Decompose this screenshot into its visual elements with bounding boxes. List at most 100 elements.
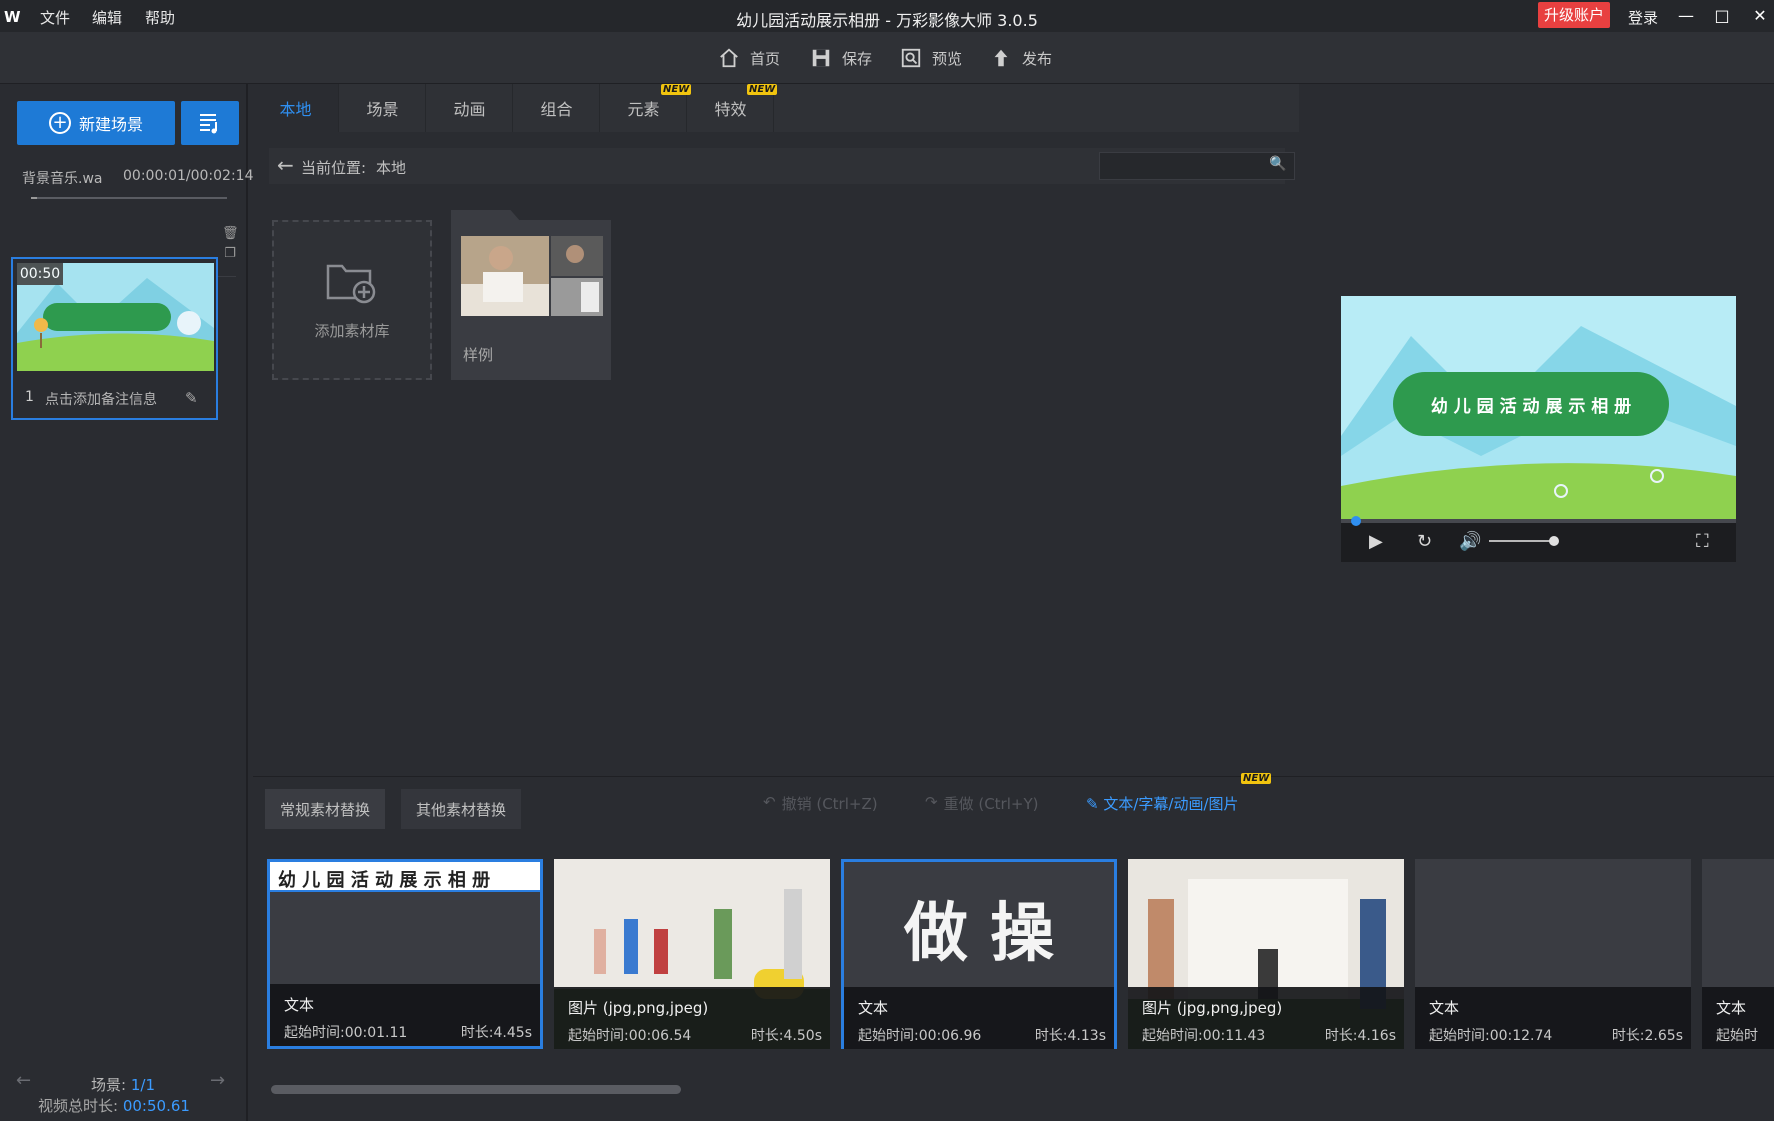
redo-label: 重做 (Ctrl+Y)	[943, 795, 1039, 813]
tab-local[interactable]: 本地	[253, 84, 339, 132]
add-folder-icon	[326, 264, 376, 304]
clip-type: 图片 (jpg,png,jpeg)	[1142, 999, 1283, 1017]
sample-folder[interactable]: 样例	[451, 210, 611, 380]
library-tabs: 本地 场景 动画 组合 元素 特效 NEW NEW	[253, 84, 1299, 132]
scene-list-button[interactable]	[181, 101, 239, 145]
publish-button[interactable]: 发布	[990, 46, 1052, 70]
material-replace-panel: 常规素材替换 其他素材替换 ↶ 撤销 (Ctrl+Z) ↷ 重做 (Ctrl+Y…	[253, 773, 1774, 1121]
add-library-label: 添加素材库	[314, 322, 390, 340]
redo-button[interactable]: ↷ 重做 (Ctrl+Y)	[925, 793, 1038, 814]
total-duration: 视频总时长: 00:50.61	[38, 1095, 190, 1116]
new-scene-label: 新建场景	[78, 115, 143, 134]
scene-duration: 00:50	[17, 263, 63, 285]
tab-scene[interactable]: 场景	[340, 84, 426, 132]
clip-preview-text: 做 操	[903, 897, 1055, 971]
clip-start: 起始时	[1716, 1028, 1758, 1044]
tab-animation[interactable]: 动画	[427, 84, 513, 132]
text-animation-label: 文本/字幕/动画/图片	[1103, 795, 1239, 813]
total-duration-value: 00:50.61	[122, 1097, 190, 1115]
preview-canvas: 幼 儿 园 活 动 展 示 相 册	[1341, 296, 1736, 519]
preview-title: 幼 儿 园 活 动 展 示 相 册	[1430, 397, 1632, 417]
clip-start: 起始时间:00:11.43	[1142, 1028, 1266, 1044]
clip-card[interactable]: 幼 儿 园 活 动 展 示 相 册 文本 起始时间:00:01.11 时长:4.…	[267, 859, 543, 1049]
save-button[interactable]: 保存	[810, 46, 872, 70]
clip-type: 文本	[1429, 999, 1460, 1017]
copy-scene-icon[interactable]: ❐	[222, 246, 238, 262]
preview-controls: ▶ ↻ 🔊 ⛶	[1341, 516, 1736, 562]
main-toolbar: 首页 保存 预览 发布	[0, 32, 1774, 84]
music-name: 背景音乐.wa	[22, 171, 103, 187]
path-bar: ← 当前位置: 本地 🔍	[269, 148, 1295, 184]
clip-type: 文本	[858, 999, 889, 1017]
replace-tabs: 常规素材替换 其他素材替换 ↶ 撤销 (Ctrl+Z) ↷ 重做 (Ctrl+Y…	[253, 773, 1774, 829]
new-scene-button[interactable]: + 新建场景	[17, 101, 175, 145]
horizontal-scrollbar[interactable]	[267, 1082, 1774, 1096]
search-icon[interactable]: 🔍	[1269, 156, 1286, 172]
clip-card[interactable]: 做 操 文本 起始时间:00:06.96 时长:4.13s	[841, 859, 1117, 1049]
asset-library: 本地 场景 动画 组合 元素 特效 NEW NEW ← 当前位置: 本地 🔍 添…	[253, 84, 1299, 776]
clip-start: 起始时间:00:06.96	[858, 1028, 982, 1044]
total-duration-label: 视频总时长:	[38, 1097, 119, 1115]
clip-preview-text: 幼 儿 园 活 动 展 示 相 册	[278, 870, 491, 891]
back-arrow-icon[interactable]: ←	[277, 153, 294, 177]
play-icon[interactable]: ▶	[1369, 531, 1383, 552]
minimize-icon[interactable]: —	[1674, 4, 1698, 28]
clip-duration: 时长:4.13s	[1034, 1028, 1106, 1044]
home-label: 首页	[750, 49, 781, 68]
list-icon	[200, 114, 217, 134]
add-library-button[interactable]: 添加素材库	[272, 220, 432, 380]
tab-other-replace[interactable]: 其他素材替换	[401, 789, 522, 829]
pencil-icon[interactable]: ✎	[185, 389, 198, 407]
home-icon	[720, 48, 738, 68]
undo-button[interactable]: ↶ 撤销 (Ctrl+Z)	[763, 793, 878, 814]
plus-circle-icon: +	[48, 112, 71, 134]
path-value: 本地	[376, 159, 407, 177]
maximize-icon[interactable]: □	[1710, 4, 1734, 28]
scene-card[interactable]: 00:50 1 点击添加备注信息 ✎	[11, 257, 218, 420]
music-progress[interactable]	[31, 197, 227, 199]
save-icon	[812, 49, 830, 67]
delete-scene-icon[interactable]: 🗑	[222, 226, 239, 242]
preview-progress[interactable]	[1341, 516, 1736, 526]
pencil-icon: ✎	[1086, 795, 1099, 813]
sample-folder-label: 样例	[463, 346, 494, 364]
clip-duration: 时长:4.16s	[1324, 1028, 1396, 1044]
clip-duration: 时长:4.45s	[460, 1025, 532, 1041]
clip-type: 图片 (jpg,png,jpeg)	[568, 999, 709, 1017]
tab-group[interactable]: 组合	[514, 84, 600, 132]
save-label: 保存	[842, 49, 873, 68]
preview-label: 预览	[932, 49, 963, 68]
undo-icon: ↶	[763, 793, 776, 811]
home-button[interactable]: 首页	[718, 46, 780, 70]
upload-icon	[994, 49, 1008, 67]
path-label: 当前位置:	[301, 159, 367, 177]
clip-start: 起始时间:00:12.74	[1429, 1028, 1553, 1044]
tab-regular-replace[interactable]: 常规素材替换	[265, 789, 386, 829]
video-preview: 幼 儿 园 活 动 展 示 相 册 ▶ ↻ 🔊 ⛶	[1341, 296, 1736, 562]
preview-button[interactable]: 预览	[900, 46, 962, 70]
music-time: 00:00:01/00:02:14	[123, 168, 254, 184]
upgrade-account-button[interactable]: 升级账户	[1538, 2, 1610, 28]
replay-icon[interactable]: ↻	[1417, 531, 1432, 552]
preview-volume-slider[interactable]	[1489, 536, 1559, 546]
window-title: 幼儿园活动展示相册 - 万彩影像大师 3.0.5	[736, 11, 1038, 30]
redo-icon: ↷	[925, 793, 938, 811]
scene-panel: + 新建场景 背景音乐.wa 00:00:01/00:02:14 ◁ ◁+ ⚙ …	[0, 84, 253, 1121]
search-input[interactable]	[1099, 152, 1295, 180]
text-animation-button[interactable]: ✎ 文本/字幕/动画/图片	[1086, 793, 1239, 814]
preview-icon	[901, 48, 921, 68]
scene-count-value: 1/1	[130, 1076, 155, 1094]
close-icon[interactable]: ✕	[1748, 4, 1772, 28]
volume-icon[interactable]: 🔊	[1459, 531, 1481, 552]
publish-label: 发布	[1022, 49, 1053, 68]
sample-thumbnail	[461, 236, 603, 316]
fullscreen-icon[interactable]: ⛶	[1696, 531, 1709, 552]
clip-card[interactable]: 文本 起始时	[1702, 859, 1774, 1049]
clip-card[interactable]: 图片 (jpg,png,jpeg) 起始时间:00:06.54 时长:4.50s	[554, 859, 830, 1049]
login-button[interactable]: 登录	[1628, 7, 1658, 28]
clip-type: 文本	[284, 996, 315, 1014]
undo-label: 撤销 (Ctrl+Z)	[781, 795, 878, 813]
scene-note[interactable]: 点击添加备注信息	[45, 389, 157, 409]
clip-card[interactable]: 文本 起始时间:00:12.74 时长:2.65s	[1415, 859, 1691, 1049]
clip-card[interactable]: 图片 (jpg,png,jpeg) 起始时间:00:11.43 时长:4.16s	[1128, 859, 1404, 1049]
